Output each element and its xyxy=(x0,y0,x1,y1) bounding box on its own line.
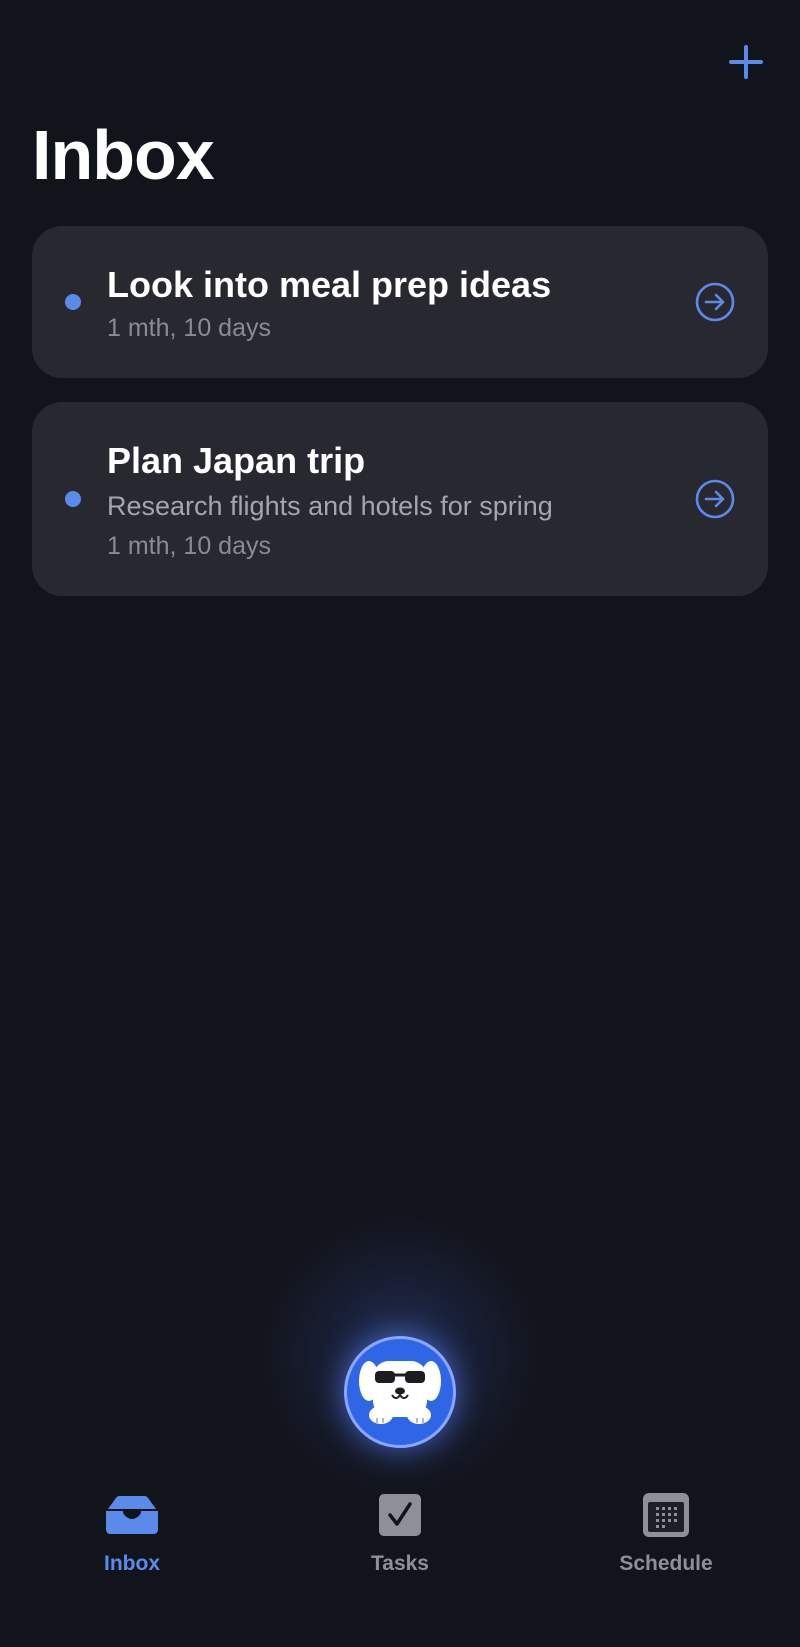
tab-tasks[interactable]: Tasks xyxy=(320,1490,480,1600)
inbox-tray-icon xyxy=(106,1496,158,1534)
dog-with-sunglasses-avatar xyxy=(359,1361,441,1424)
inbox-list: Look into meal prep ideas 1 mth, 10 days… xyxy=(32,226,768,620)
inbox-item-age: 1 mth, 10 days xyxy=(107,314,271,342)
inbox-item-title: Look into meal prep ideas xyxy=(107,264,552,305)
arrow-right-circle-icon[interactable] xyxy=(695,282,735,322)
calendar-icon xyxy=(643,1493,689,1537)
tab-label: Tasks xyxy=(371,1552,429,1575)
tab-inbox[interactable]: Inbox xyxy=(52,1490,212,1600)
add-button[interactable] xyxy=(722,38,770,86)
arrow-right-circle-icon[interactable] xyxy=(695,479,735,519)
inbox-item-title: Plan Japan trip xyxy=(107,440,366,481)
inbox-item[interactable]: Plan Japan trip Research flights and hot… xyxy=(32,402,768,596)
checkbox-icon xyxy=(379,1494,421,1536)
tab-label: Schedule xyxy=(619,1552,713,1575)
inbox-item-description: Research flights and hotels for spring xyxy=(107,491,553,521)
app-screen: Inbox Look into meal prep ideas 1 mth, 1… xyxy=(0,0,800,1647)
tab-schedule[interactable]: Schedule xyxy=(586,1490,746,1600)
plus-icon xyxy=(729,45,763,79)
tab-bar: Inbox Tasks Schedule xyxy=(0,1490,800,1610)
inbox-item-age: 1 mth, 10 days xyxy=(107,532,271,560)
unread-dot xyxy=(65,294,81,310)
unread-dot xyxy=(65,491,81,507)
inbox-item[interactable]: Look into meal prep ideas 1 mth, 10 days xyxy=(32,226,768,378)
page-title: Inbox xyxy=(32,116,215,194)
tab-label: Inbox xyxy=(104,1552,160,1575)
assistant-button[interactable] xyxy=(344,1336,456,1448)
